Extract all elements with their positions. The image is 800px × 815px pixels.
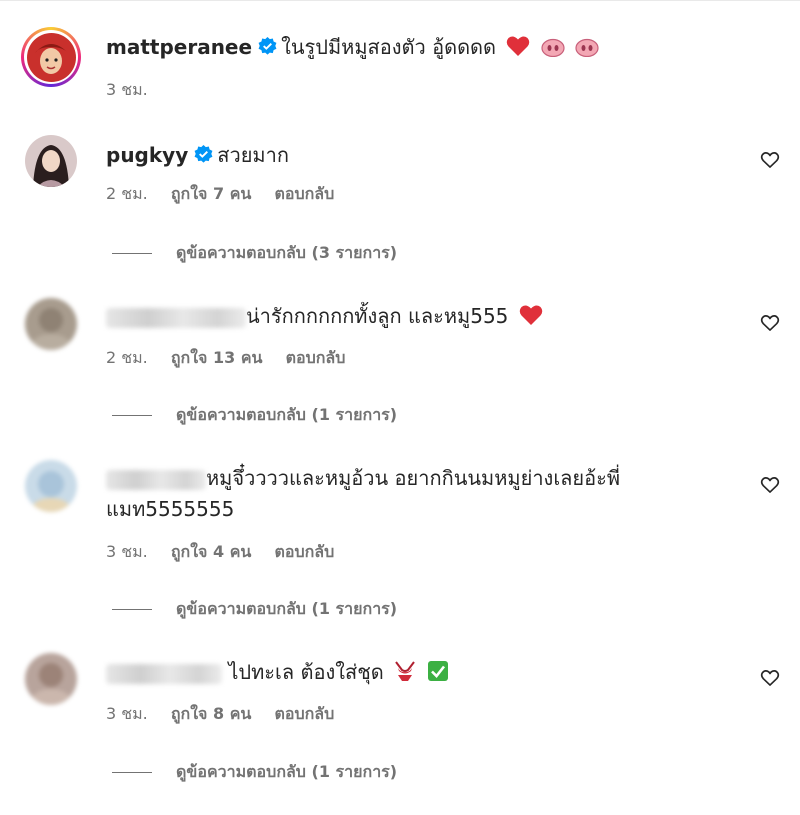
likes-count-link[interactable]: ถูกใจ 4 คน <box>171 542 251 561</box>
likes-count-link[interactable]: ถูกใจ 13 คน <box>171 348 263 367</box>
like-heart-icon[interactable] <box>760 475 780 495</box>
view-replies-label: ดูข้อความตอบกลับ (1 รายการ) <box>176 405 398 424</box>
view-replies-button[interactable]: ดูข้อความตอบกลับ (1 รายการ) <box>112 597 397 622</box>
timestamp: 3 ชม. <box>106 80 148 99</box>
top-divider <box>0 0 800 5</box>
comment-body: หมูจึ๋ววววและหมูอ้วน อยากกินนมหมูย่างเลย… <box>106 465 620 491</box>
avatar[interactable] <box>25 460 77 512</box>
reply-button[interactable]: ตอบกลับ <box>274 542 334 561</box>
avatar[interactable] <box>25 653 77 705</box>
comment-text: น่ารักกกกกกทั้งลูก และหมู555 <box>246 304 509 328</box>
pig-nose-icon <box>575 38 599 57</box>
comment-meta: 3 ชม. ถูกใจ 4 คน ตอบกลับ <box>106 540 352 565</box>
view-replies-button[interactable]: ดูข้อความตอบกลับ (1 รายการ) <box>112 403 397 428</box>
reply-button[interactable]: ตอบกลับ <box>274 184 334 203</box>
avatar[interactable] <box>25 135 77 187</box>
timestamp: 3 ชม. <box>106 542 148 561</box>
likes-count-link[interactable]: ถูกใจ 7 คน <box>171 184 251 203</box>
replies-divider <box>112 772 152 773</box>
comment-body: น่ารักกกกกกทั้งลูก และหมู555 <box>106 303 543 329</box>
username-link[interactable] <box>106 469 206 490</box>
reply-button[interactable]: ตอบกลับ <box>286 348 346 367</box>
check-mark-icon <box>427 661 448 681</box>
reply-button[interactable]: ตอบกลับ <box>274 704 334 723</box>
pig-nose-icon <box>541 38 565 57</box>
replies-divider <box>112 415 152 416</box>
view-replies-button[interactable]: ดูข้อความตอบกลับ (1 รายการ) <box>112 760 397 785</box>
avatar <box>26 32 76 82</box>
comment-meta: 3 ชม. <box>106 78 166 103</box>
verified-badge-icon <box>258 37 277 55</box>
avatar[interactable] <box>25 298 77 350</box>
comment-text: ในรูปมีหมูสองตัว อู้ดดดด <box>281 35 497 59</box>
verified-badge-icon <box>194 145 213 163</box>
comment-text: สวยมาก <box>217 143 289 167</box>
username-link[interactable]: mattperanee <box>106 35 252 59</box>
view-replies-button[interactable]: ดูข้อความตอบกลับ (3 รายการ) <box>112 241 397 266</box>
comment-text-continuation: แมท5555555 <box>106 497 235 521</box>
timestamp: 2 ชม. <box>106 348 148 367</box>
view-replies-label: ดูข้อความตอบกลับ (1 รายการ) <box>176 599 398 618</box>
username-link[interactable] <box>106 307 246 328</box>
comment-body: pugkyy สวยมาก <box>106 142 289 168</box>
comment-meta: 3 ชม. ถูกใจ 8 คน ตอบกลับ <box>106 702 352 727</box>
view-replies-label: ดูข้อความตอบกลับ (1 รายการ) <box>176 762 398 781</box>
like-heart-icon[interactable] <box>760 313 780 333</box>
like-heart-icon[interactable] <box>760 150 780 170</box>
comment-meta: 2 ชม. ถูกใจ 7 คน ตอบกลับ <box>106 182 352 207</box>
avatar-story-ring[interactable] <box>21 27 81 87</box>
comment-text: ไปทะเล ต้องใส่ชุด <box>228 660 384 684</box>
bikini-icon <box>395 661 415 681</box>
red-heart-icon <box>507 36 530 56</box>
comment-body: ไปทะเล ต้องใส่ชุด <box>106 659 449 685</box>
comment-body: mattperanee ในรูปมีหมูสองตัว อู้ดดดด <box>106 34 599 60</box>
comment-meta: 2 ชม. ถูกใจ 13 คน ตอบกลับ <box>106 346 363 371</box>
likes-count-link[interactable]: ถูกใจ 8 คน <box>171 704 251 723</box>
timestamp: 2 ชม. <box>106 184 148 203</box>
replies-divider <box>112 253 152 254</box>
username-link[interactable] <box>106 663 222 684</box>
red-heart-icon <box>519 305 543 325</box>
view-replies-label: ดูข้อความตอบกลับ (3 รายการ) <box>176 243 398 262</box>
like-heart-icon[interactable] <box>760 668 780 688</box>
username-link[interactable]: pugkyy <box>106 143 188 167</box>
comment-text: หมูจึ๋ววววและหมูอ้วน อยากกินนมหมูย่างเลย… <box>206 466 621 490</box>
replies-divider <box>112 609 152 610</box>
timestamp: 3 ชม. <box>106 704 148 723</box>
